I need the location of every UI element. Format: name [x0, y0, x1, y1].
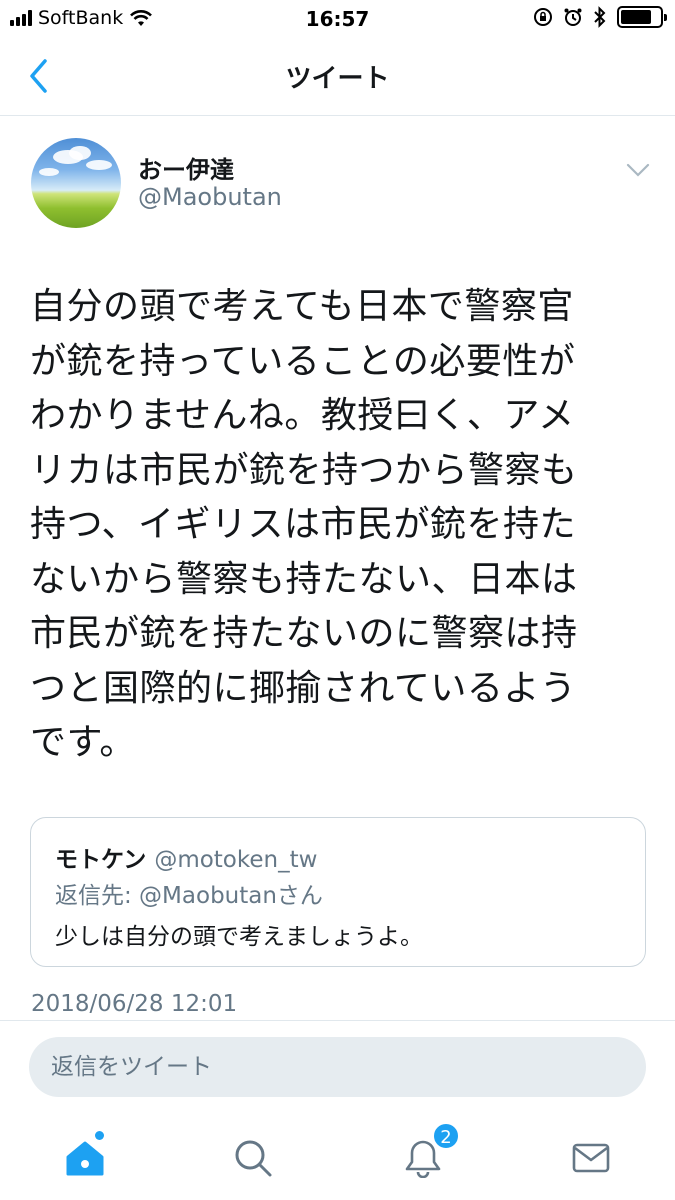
- quote-author: モトケン @motoken_tw: [55, 840, 317, 874]
- tab-bar: [0, 1115, 675, 1200]
- status-bar: SoftBank 16:57: [0, 0, 675, 40]
- tweet-text-line: 自分の頭で考えても日本で警察官: [30, 286, 574, 327]
- battery-icon: [617, 6, 667, 28]
- tab-home[interactable]: [55, 1130, 115, 1186]
- quote-text: 少しは自分の頭で考えましょうよ。: [55, 924, 423, 950]
- nav-bar: ツイート: [0, 40, 675, 116]
- messages-icon: [572, 1143, 610, 1173]
- search-icon: [235, 1140, 272, 1177]
- more-options-button[interactable]: [622, 156, 654, 184]
- alarm-icon: [564, 8, 582, 26]
- tweet-text-line: 持つ、イギリスは市民が銃を持た: [30, 504, 577, 545]
- bluetooth-icon: [594, 6, 606, 28]
- quoted-tweet-card[interactable]: モトケン @motoken_tw 返信先: @Maobutanさん 少しは自分の頭…: [30, 817, 646, 967]
- quote-username: @motoken_tw: [154, 847, 318, 873]
- tweet-text: 自分の頭で考えても日本で警察官 が銃を持っていることの必要性が わかりませんね。…: [30, 280, 650, 771]
- notification-badge: 2: [432, 1122, 460, 1150]
- tweet-timestamp: 2018/06/28 12:01: [31, 991, 238, 1017]
- tweet-text-line: です。: [30, 722, 136, 763]
- tweet-text-line: が銃を持っていることの必要性が: [30, 340, 576, 382]
- tweet-text-line: わかりませんね。教授曰く、アメ: [30, 395, 575, 436]
- reply-input[interactable]: 返信をツイート: [29, 1037, 646, 1097]
- tweet-text-line: 市民が銃を持たないのに警察は持: [30, 613, 578, 654]
- status-right: [533, 6, 667, 28]
- display-name[interactable]: おー伊達: [138, 150, 234, 185]
- home-new-indicator: [95, 1131, 104, 1140]
- quote-reply-to: 返信先: @Maobutanさん: [55, 883, 323, 909]
- avatar[interactable]: [31, 138, 121, 228]
- tweet-text-line: つと国際的に揶揄されているよう: [30, 667, 577, 709]
- reply-bar: 返信をツイート: [0, 1020, 675, 1115]
- page-title: ツイート: [285, 64, 390, 94]
- chevron-down-icon: [626, 163, 650, 177]
- tweet-detail-screen: SoftBank 16:57 ツイート おー伊達 @Maobutan 自分の頭で…: [0, 0, 675, 1200]
- quote-display-name: モトケン: [55, 847, 147, 873]
- tab-messages[interactable]: [561, 1130, 621, 1186]
- orientation-lock-icon: [534, 8, 552, 26]
- tweet-text-line: リカは市民が銃を持つから警察も: [30, 449, 578, 491]
- home-icon: [66, 1141, 104, 1176]
- tab-search[interactable]: [223, 1130, 283, 1186]
- username[interactable]: @Maobutan: [138, 183, 282, 211]
- tweet-text-line: ないから警察も持たない、日本は: [30, 558, 578, 600]
